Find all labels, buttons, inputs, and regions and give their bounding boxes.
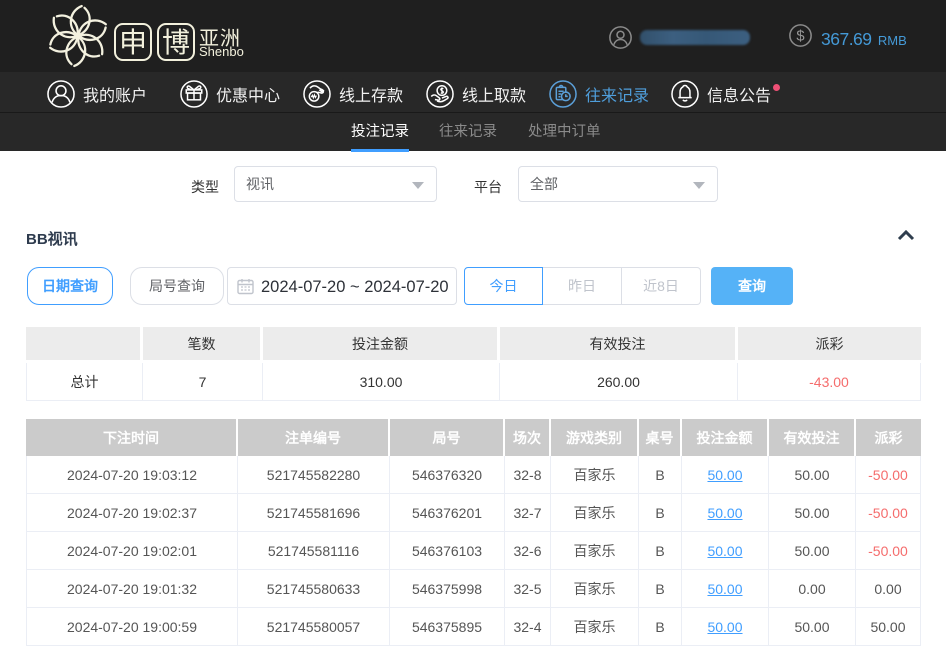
svg-text:$: $ — [796, 29, 804, 45]
